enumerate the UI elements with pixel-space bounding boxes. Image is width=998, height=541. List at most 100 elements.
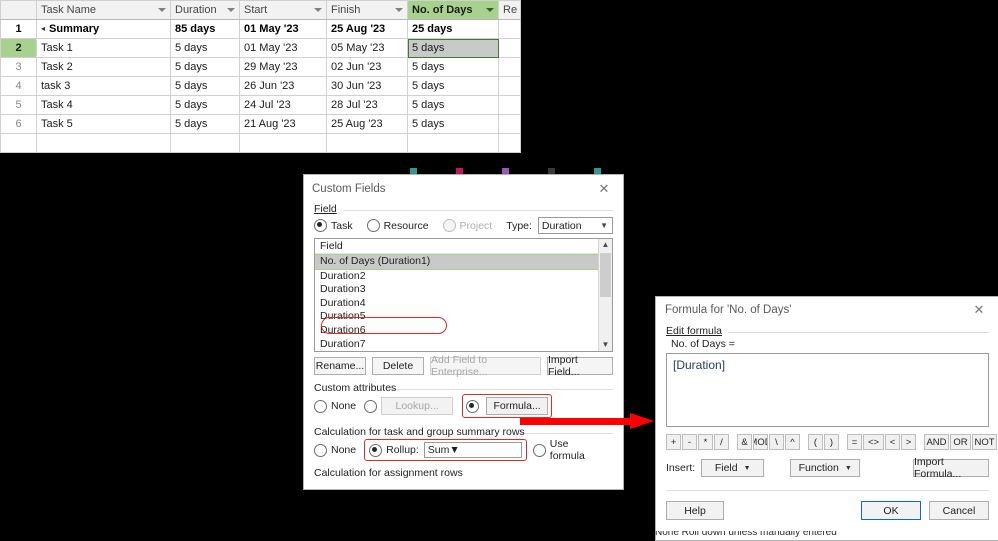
list-item[interactable]: Duration6 (315, 324, 598, 338)
cell-start[interactable]: 01 May '23 (239, 38, 327, 58)
radio-task[interactable] (314, 219, 327, 232)
row-id-selected[interactable]: 2 (0, 38, 37, 58)
cell-remaining[interactable] (498, 133, 521, 153)
insert-function-button[interactable]: Function ▼ (790, 459, 861, 477)
import-formula-button[interactable]: Import Formula... (913, 456, 989, 480)
cell-no-of-days-selected[interactable]: 5 days (407, 38, 499, 58)
cell-task-name[interactable] (36, 133, 171, 153)
operator-close-paren-button[interactable]: ) (824, 434, 839, 450)
radio-calc-none[interactable] (314, 443, 327, 457)
chevron-down-icon[interactable]: ▼ (744, 465, 751, 472)
cell-remaining[interactable] (498, 114, 521, 134)
import-field-button[interactable]: Import Field... (547, 354, 613, 378)
operator-equals-button[interactable]: = (847, 434, 862, 450)
list-item[interactable]: Duration4 (315, 297, 598, 311)
cell-duration[interactable]: 5 days (170, 114, 240, 134)
cell-task-name[interactable]: Task 2 (36, 57, 171, 77)
close-icon[interactable]: ✕ (968, 300, 990, 320)
radio-attr-lookup[interactable] (364, 399, 378, 413)
chevron-down-icon[interactable]: ▼ (845, 465, 852, 472)
list-item[interactable]: Duration3 (315, 283, 598, 297)
scroll-up-icon[interactable]: ▲ (602, 239, 610, 251)
cell-remaining[interactable] (498, 38, 521, 58)
operator-less-than-button[interactable]: < (885, 434, 900, 450)
operator-not-button[interactable]: NOT (972, 434, 997, 450)
cell-start[interactable]: 21 Aug '23 (239, 114, 327, 134)
radio-resource[interactable] (366, 219, 380, 232)
column-header-duration[interactable]: Duration (170, 0, 240, 20)
cell-start[interactable]: 26 Jun '23 (239, 76, 327, 96)
list-item[interactable]: Duration2 (315, 270, 598, 284)
cell-duration[interactable] (170, 133, 240, 153)
scrollbar-thumb[interactable] (600, 253, 611, 297)
filter-arrow-icon[interactable] (314, 8, 322, 12)
delete-button[interactable]: Delete (372, 357, 424, 375)
cell-duration[interactable]: 5 days (170, 95, 240, 115)
cell-remaining[interactable] (498, 19, 521, 39)
cell-duration[interactable]: 85 days (170, 19, 240, 39)
column-header-no-of-days[interactable]: No. of Days (407, 0, 499, 20)
filter-arrow-icon[interactable] (486, 8, 494, 12)
operator-or-button[interactable]: OR (950, 434, 971, 450)
column-header-remaining[interactable]: Re (498, 0, 521, 20)
list-item[interactable]: Duration5 (315, 310, 598, 324)
filter-arrow-icon[interactable] (227, 8, 235, 12)
row-id[interactable]: 4 (0, 76, 37, 96)
cell-no-of-days[interactable]: 5 days (407, 57, 499, 77)
radio-use-formula[interactable] (532, 443, 546, 457)
cell-finish[interactable]: 25 Aug '23 (326, 114, 408, 134)
column-header-start[interactable]: Start (239, 0, 327, 20)
cell-no-of-days[interactable] (407, 133, 499, 153)
column-header-task-name[interactable]: Task Name (36, 0, 171, 20)
cell-task-name[interactable]: Task 1 (36, 38, 171, 58)
cell-remaining[interactable] (498, 57, 521, 77)
cell-no-of-days[interactable]: 5 days (407, 95, 499, 115)
cell-task-name[interactable]: ◂ Summary (36, 19, 171, 39)
cancel-button[interactable]: Cancel (929, 501, 989, 520)
table-row[interactable]: 1 ◂ Summary 85 days 01 May '23 25 Aug '23… (0, 19, 521, 39)
row-id[interactable]: 6 (0, 114, 37, 134)
cell-duration[interactable]: 5 days (170, 57, 240, 77)
cell-remaining[interactable] (498, 76, 521, 96)
rollup-dropdown[interactable]: Sum ▼ (423, 442, 522, 458)
table-row[interactable]: 5 Task 4 5 days 24 Jul '23 28 Jul '23 5 … (0, 95, 521, 115)
formula-textarea[interactable]: [Duration] (666, 353, 989, 427)
radio-attr-none[interactable] (314, 399, 327, 413)
operator-and-button[interactable]: AND (924, 434, 949, 450)
rename-button[interactable]: Rename... (314, 357, 366, 375)
operator-plus-button[interactable]: + (666, 434, 681, 450)
field-listbox[interactable]: Field No. of Days (Duration1) Duration2 … (314, 238, 613, 352)
radio-rollup[interactable] (369, 443, 383, 457)
formula-button[interactable]: Formula... (486, 397, 549, 415)
row-id[interactable]: 5 (0, 95, 37, 115)
table-row[interactable]: 2 Task 1 5 days 01 May '23 05 May '23 5 … (0, 38, 521, 58)
operator-ampersand-button[interactable]: & (737, 434, 752, 450)
cell-finish[interactable]: 02 Jun '23 (326, 57, 408, 77)
table-row[interactable]: 3 Task 2 5 days 29 May '23 02 Jun '23 5 … (0, 57, 521, 77)
ok-button[interactable]: OK (861, 501, 921, 520)
cell-no-of-days[interactable]: 25 days (407, 19, 499, 39)
radio-attr-formula[interactable] (466, 399, 480, 413)
operator-divide-button[interactable]: / (714, 434, 729, 450)
operator-backslash-button[interactable]: \ (769, 434, 784, 450)
list-item[interactable]: Duration7 (315, 338, 598, 351)
cell-duration[interactable]: 5 days (170, 76, 240, 96)
table-row[interactable]: 4 task 3 5 days 26 Jun '23 30 Jun '23 5 … (0, 76, 521, 96)
cell-start[interactable]: 29 May '23 (239, 57, 327, 77)
row-id[interactable]: 3 (0, 57, 37, 77)
cell-finish[interactable]: 25 Aug '23 (326, 19, 408, 39)
column-header-finish[interactable]: Finish (326, 0, 408, 20)
table-row[interactable]: 6 Task 5 5 days 21 Aug '23 25 Aug '23 5 … (0, 114, 521, 134)
cell-duration[interactable]: 5 days (170, 38, 240, 58)
operator-not-equal-button[interactable]: <> (863, 434, 884, 450)
row-id[interactable]: 1 (0, 19, 37, 39)
scroll-down-icon[interactable]: ▼ (602, 339, 610, 351)
cell-finish[interactable] (326, 133, 408, 153)
cell-start[interactable]: 24 Jul '23 (239, 95, 327, 115)
cell-no-of-days[interactable]: 5 days (407, 114, 499, 134)
operator-open-paren-button[interactable]: ( (808, 434, 823, 450)
filter-arrow-icon[interactable] (395, 8, 403, 12)
cell-task-name[interactable]: Task 4 (36, 95, 171, 115)
help-button[interactable]: Help (666, 501, 724, 520)
chevron-down-icon[interactable]: ▼ (600, 221, 609, 230)
